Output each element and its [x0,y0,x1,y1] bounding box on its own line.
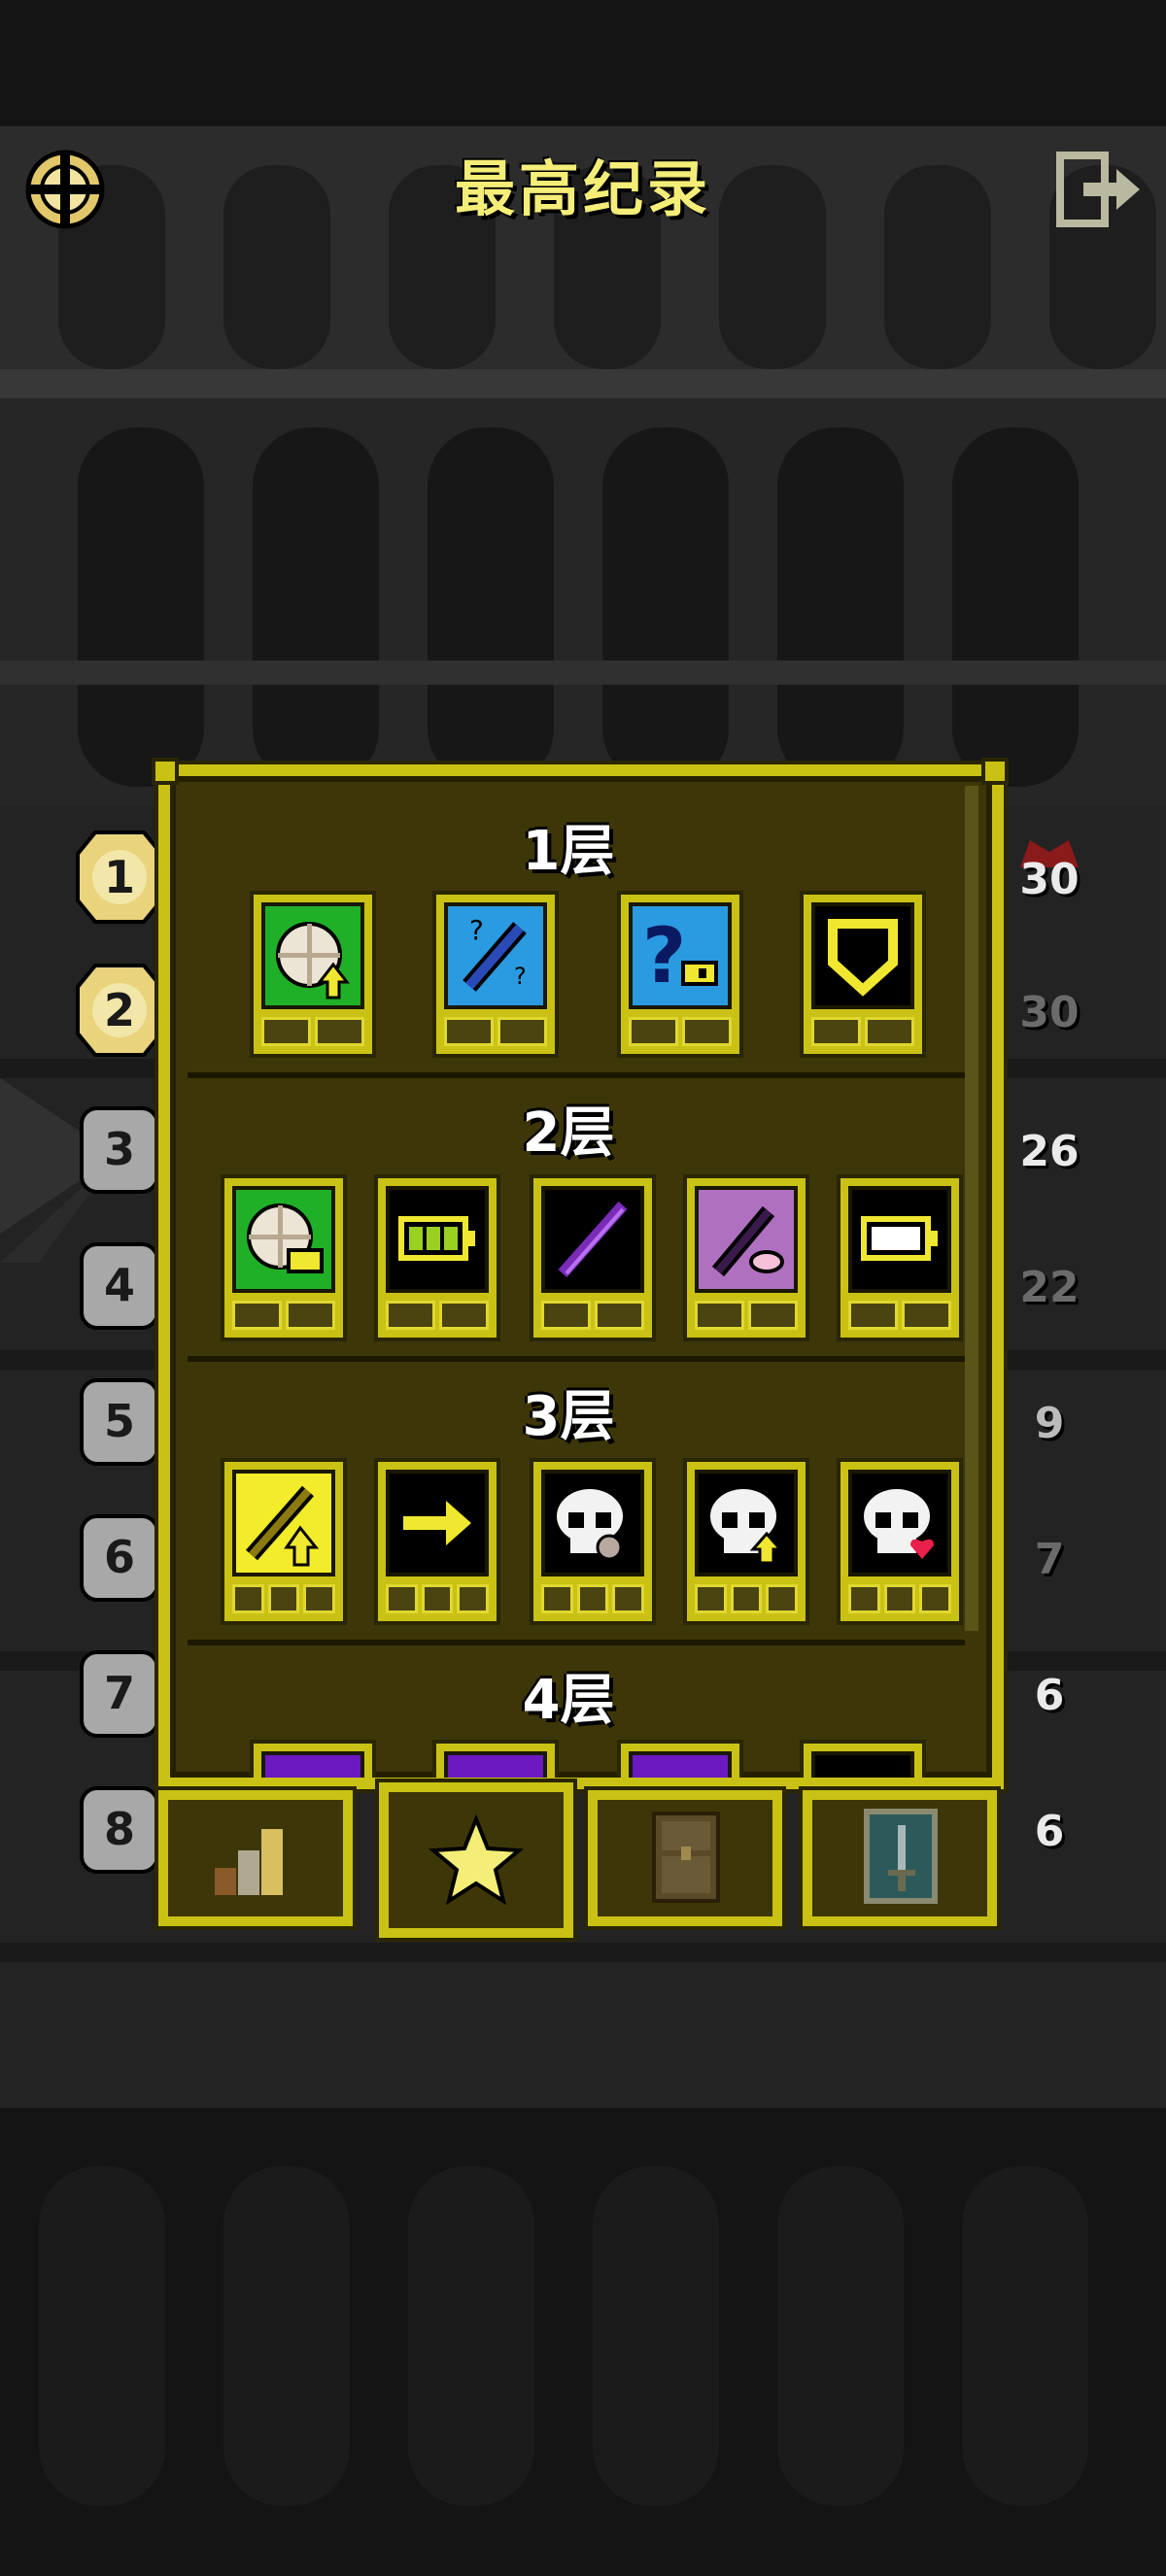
page-title: 最高纪录 [454,153,711,224]
pink-wand-badge[interactable] [683,1174,809,1341]
rank-badge-1[interactable]: 1 [76,830,163,924]
gold-plus-badge[interactable] [250,891,376,1058]
book-icon [652,1812,720,1903]
arrow-right-badge[interactable] [374,1458,500,1625]
stats-tab[interactable] [158,1790,353,1926]
rank-score-7: 6 [1006,1646,1122,1744]
dialog-scrollbar[interactable] [965,786,978,1631]
battery-full-badge[interactable] [374,1174,500,1341]
floor-divider [188,1356,965,1362]
score-value: 6 [1034,1807,1065,1856]
shield-badge[interactable] [800,891,926,1058]
score-value: 7 [1034,1535,1065,1584]
exit-icon[interactable] [1054,146,1142,233]
rank-number: 8 [103,1803,135,1855]
badges-dialog: 1层 ?? ? 2层 3层 4层 [158,764,1004,1789]
rank-badge-6[interactable]: 6 [76,1510,163,1604]
floor-4-title: 4层 [522,1669,615,1732]
svg-text:?: ? [469,914,484,946]
rank-score-5: 9 [1006,1374,1122,1472]
rank-score-4: 22 [1006,1238,1122,1336]
score-value: 30 [1019,988,1080,1037]
score-value: 6 [1034,1671,1065,1720]
purple-badge[interactable] [617,1740,743,1778]
floor-1-title: 1层 [522,820,615,883]
rank-badge-8[interactable]: 8 [76,1782,163,1876]
yellow-badge[interactable] [800,1740,926,1778]
skull-plus-badge[interactable] [530,1458,656,1625]
rank-badge-4[interactable]: 4 [76,1238,163,1332]
rank-badge-3[interactable]: 3 [76,1102,163,1196]
badges-tab[interactable] [379,1782,573,1938]
rank-score-1: 30 [1006,830,1122,928]
dialog-corner [152,758,179,785]
blue-wand-badge[interactable]: ?? [432,891,559,1058]
sword-card-icon [864,1809,938,1904]
bar-chart-icon [215,1829,283,1895]
svg-text:?: ? [642,913,686,1000]
rank-badge-5[interactable]: 5 [76,1374,163,1468]
rank-number: 7 [103,1667,135,1719]
rank-number: 3 [103,1123,135,1175]
score-value: 30 [1019,855,1080,904]
journal-tab[interactable] [588,1790,782,1926]
floor-3-title: 3层 [522,1385,615,1448]
purple-badge[interactable] [250,1740,376,1778]
score-value: 26 [1019,1127,1080,1176]
rank-number: 5 [103,1395,135,1447]
score-value: 22 [1019,1263,1080,1312]
score-value: 9 [1034,1399,1065,1448]
compass-menu-icon[interactable] [21,146,109,233]
rank-number: 1 [103,851,135,903]
rank-badge-7[interactable]: 7 [76,1646,163,1740]
yellow-wand-up-badge[interactable] [221,1458,347,1625]
rank-score-6: 7 [1006,1510,1122,1608]
rank-number: 4 [103,1259,135,1311]
star-icon [428,1813,525,1906]
battery-badge[interactable] [837,1174,963,1341]
rank-number: 6 [103,1531,135,1583]
skull-heart-badge[interactable] [837,1458,963,1625]
rank-badge-2[interactable]: 2 [76,964,163,1057]
floor-2-title: 2层 [522,1102,615,1165]
rank-score-8: 6 [1006,1782,1122,1880]
rank-score-2: 30 [1006,964,1122,1061]
rank-number: 2 [103,984,135,1036]
rank-score-3: 26 [1006,1102,1122,1200]
quests-tab[interactable] [803,1790,997,1926]
purple-staff-badge[interactable] [530,1174,656,1341]
green-key-badge[interactable] [221,1174,347,1341]
svg-text:?: ? [514,963,527,990]
dialog-corner [981,758,1009,785]
skull-up-badge[interactable] [683,1458,809,1625]
floor-divider [188,1072,965,1078]
blue-mystery-key-badge[interactable]: ? [617,891,743,1058]
floor-divider [188,1640,965,1645]
